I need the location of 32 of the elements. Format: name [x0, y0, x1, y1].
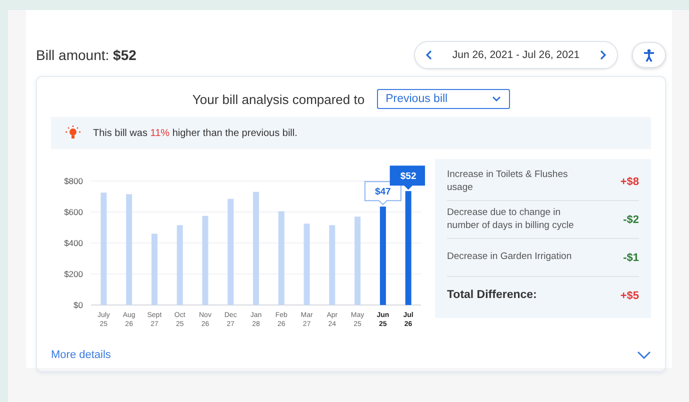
bar[interactable]	[380, 206, 386, 305]
bill-amount-title: Bill amount: $52	[36, 47, 138, 63]
breakdown-amount: -$2	[623, 214, 639, 226]
breakdown-text: Decrease due to change in number of days in billing cycle	[447, 207, 575, 232]
previous-icon[interactable]	[425, 50, 433, 60]
accessibility-icon	[643, 48, 655, 62]
compare-label: Your bill analysis compared to	[192, 92, 365, 106]
bar[interactable]	[405, 191, 412, 305]
annotation: $52	[400, 171, 416, 182]
accessibility-button[interactable]	[632, 42, 666, 68]
breakdown-text: Increase in Toilets & Flushes usage	[447, 169, 569, 194]
value-tooltip: $47	[364, 181, 402, 206]
more-details-link[interactable]: More details	[51, 349, 111, 361]
breakdown-amount: -$1	[623, 252, 639, 264]
next-icon[interactable]	[598, 50, 607, 60]
lightbulb-icon	[65, 125, 81, 141]
caret-icon	[492, 96, 501, 102]
axis-label: $0	[74, 300, 83, 310]
total-label: Total Difference:	[447, 288, 538, 303]
total-amount: +$5	[620, 290, 639, 302]
axis-label: $400	[64, 238, 83, 248]
compare-dropdown[interactable]: Previous bill	[376, 89, 510, 109]
axis-label: $200	[64, 269, 83, 279]
breakdown-amount: +$8	[620, 176, 639, 188]
date-range-text: Jun 26, 2021 - Jul 26, 2021	[452, 49, 580, 61]
breakdown-text: Decrease in Garden Irrigation	[447, 251, 573, 264]
chevron-down-icon[interactable]	[637, 351, 651, 359]
notice-text: This bill was 11% higher than the previous bill.	[93, 128, 298, 138]
annotation: $47	[374, 186, 391, 198]
value-tooltip: $52	[390, 166, 425, 190]
axis-label: $600	[64, 207, 83, 217]
axis-label: $800	[64, 176, 83, 186]
